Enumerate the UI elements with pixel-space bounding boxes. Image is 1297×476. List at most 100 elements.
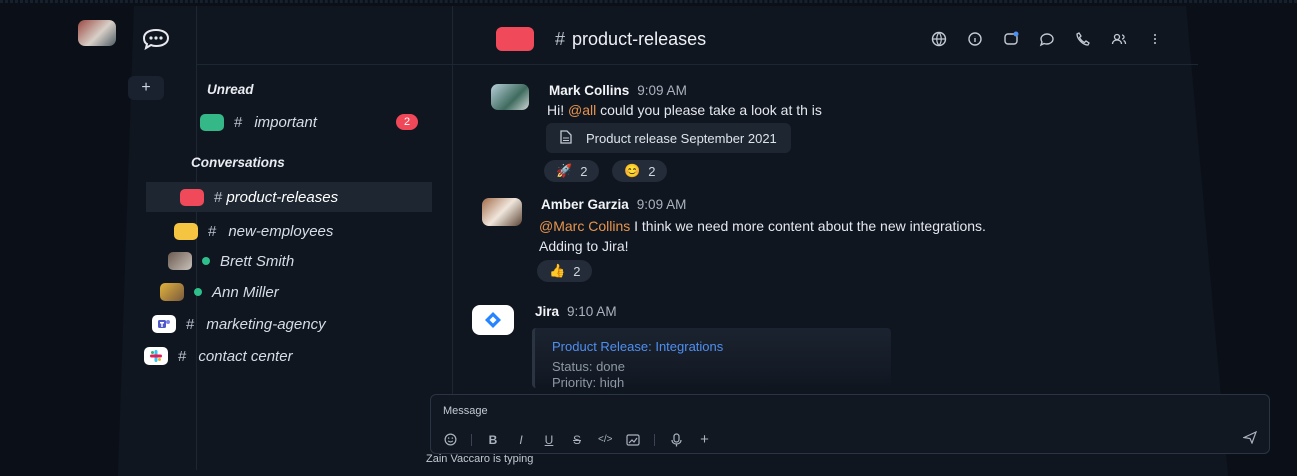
sidebar-item-label: product-releases bbox=[226, 188, 339, 206]
reaction-count: 2 bbox=[648, 163, 656, 179]
message-text: @Marc Collins I think we need more conte… bbox=[539, 216, 986, 256]
sidebar-item-label: marketing-agency bbox=[206, 315, 326, 333]
sidebar-item-product-releases[interactable]: # product-releases bbox=[146, 182, 432, 212]
members-icon[interactable] bbox=[1110, 30, 1128, 48]
code-button[interactable]: </> bbox=[598, 434, 612, 445]
strike-button[interactable]: S bbox=[570, 433, 584, 447]
sidebar-item-contact-center[interactable]: # contact center bbox=[134, 341, 293, 371]
channel-name: product-releases bbox=[572, 29, 707, 49]
composer-toolbar: B I U S </> + bbox=[443, 431, 711, 448]
channel-color-swatch bbox=[174, 222, 198, 240]
underline-button[interactable]: U bbox=[542, 433, 556, 447]
reaction-count: 2 bbox=[573, 263, 581, 279]
online-status-dot bbox=[194, 288, 202, 296]
hash-icon: # bbox=[186, 315, 195, 333]
plus-icon[interactable]: + bbox=[697, 431, 711, 448]
card-title-link[interactable]: Product Release: Integrations bbox=[552, 339, 723, 354]
file-icon bbox=[560, 129, 572, 147]
author-name: Amber Garzia bbox=[541, 197, 629, 212]
globe-icon[interactable] bbox=[930, 30, 948, 48]
avatar bbox=[78, 20, 116, 46]
hash-icon: # bbox=[555, 29, 566, 49]
unread-heading: Unread bbox=[207, 82, 254, 97]
bg-grid-line bbox=[0, 2, 1297, 3]
header-actions bbox=[930, 30, 1164, 48]
send-icon[interactable] bbox=[1241, 430, 1258, 449]
phone-icon[interactable] bbox=[1074, 30, 1092, 48]
formatting-icon[interactable] bbox=[626, 433, 641, 446]
card-priority: Priority: high bbox=[552, 375, 625, 388]
message-composer[interactable]: Message B I U S </> + bbox=[430, 394, 1270, 454]
toolbar-divider bbox=[471, 433, 472, 446]
page-title: # product-releases bbox=[555, 29, 706, 50]
author-name: Jira bbox=[535, 304, 560, 319]
text-segment: Adding to Jira! bbox=[539, 238, 629, 254]
channel-color-swatch bbox=[180, 188, 204, 206]
teams-icon bbox=[152, 315, 176, 333]
jira-card[interactable]: Product Release: Integrations Status: do… bbox=[532, 328, 891, 388]
toolbar-divider bbox=[654, 433, 656, 446]
unread-badge: 2 bbox=[396, 114, 418, 130]
avatar bbox=[168, 252, 192, 270]
discussion-icon[interactable] bbox=[1038, 30, 1056, 48]
jira-icon[interactable] bbox=[472, 305, 514, 335]
hash-icon: # bbox=[234, 113, 243, 131]
sidebar-item-label: Brett Smith bbox=[220, 252, 295, 270]
mention-link[interactable]: @all bbox=[568, 102, 596, 118]
file-name: Product release September 2021 bbox=[586, 130, 777, 146]
message-time: 9:09 AM bbox=[636, 197, 687, 212]
file-attachment[interactable]: Product release September 2021 bbox=[546, 123, 791, 153]
sidebar-item-label: Ann Miller bbox=[212, 283, 279, 301]
italic-button[interactable]: I bbox=[514, 433, 528, 447]
sidebar-item-label: new-employees bbox=[228, 222, 334, 240]
message-author[interactable]: Mark Collins 9:09 AM bbox=[549, 83, 687, 98]
avatar[interactable] bbox=[491, 84, 529, 110]
online-status-dot bbox=[202, 257, 210, 265]
text-segment: I think we need more content about the n… bbox=[630, 218, 986, 234]
text-segment: could you please take a look at th is bbox=[596, 102, 822, 118]
user-avatar-button[interactable] bbox=[78, 20, 118, 46]
emoji-icon[interactable] bbox=[443, 433, 457, 446]
sidebar-item-marketing-agency[interactable]: # marketing-agency bbox=[142, 309, 326, 339]
slack-icon bbox=[144, 347, 168, 365]
hash-icon: # bbox=[214, 188, 223, 206]
text-segment: Hi! bbox=[547, 102, 568, 118]
rocket-icon: 🚀 bbox=[556, 163, 573, 178]
bold-button[interactable]: B bbox=[486, 433, 500, 447]
chat-bubble-icon[interactable] bbox=[140, 26, 172, 52]
reaction-chip[interactable]: 🚀 2 bbox=[544, 160, 600, 182]
add-button[interactable]: + bbox=[128, 76, 164, 100]
channel-avatar bbox=[496, 27, 534, 51]
avatar bbox=[160, 283, 184, 301]
sidebar-item-brett-smith[interactable]: Brett Smith bbox=[158, 246, 294, 276]
message-time: 9:10 AM bbox=[567, 304, 617, 319]
mention-link[interactable]: @Marc Collins bbox=[539, 218, 630, 234]
channel-color-swatch bbox=[200, 113, 224, 131]
app-window: + Unread # important 2 Conversations # p… bbox=[0, 0, 1297, 476]
reaction-chip[interactable]: 👍 2 bbox=[537, 260, 593, 282]
sidebar-divider bbox=[196, 64, 452, 65]
conversations-heading: Conversations bbox=[191, 155, 285, 170]
sidebar-item-label: important bbox=[254, 113, 317, 131]
header-divider bbox=[452, 64, 1198, 65]
thumbs-up-icon: 👍 bbox=[549, 263, 566, 278]
avatar[interactable] bbox=[482, 198, 522, 226]
sidebar-item-new-employees[interactable]: # new-employees bbox=[164, 216, 333, 246]
author-name: Mark Collins bbox=[549, 83, 630, 98]
sidebar-item-important[interactable]: # important bbox=[190, 107, 317, 137]
hash-icon: # bbox=[178, 347, 187, 365]
hash-icon: # bbox=[208, 222, 217, 240]
message-input[interactable]: Message bbox=[443, 405, 488, 417]
sidebar-item-label: contact center bbox=[198, 347, 293, 365]
message-author[interactable]: Amber Garzia 9:09 AM bbox=[541, 197, 686, 212]
info-icon[interactable] bbox=[966, 30, 984, 48]
message-author[interactable]: Jira 9:10 AM bbox=[535, 304, 617, 319]
reaction-chip[interactable]: 😊 2 bbox=[612, 160, 668, 182]
reaction-count: 2 bbox=[580, 163, 588, 179]
message-text: Hi! @all could you please take a look at… bbox=[547, 100, 822, 120]
kebab-icon[interactable] bbox=[1146, 30, 1164, 48]
card-status: Status: done bbox=[552, 359, 625, 374]
notification-icon[interactable] bbox=[1002, 30, 1020, 48]
mic-icon[interactable] bbox=[669, 432, 683, 447]
sidebar-item-ann-miller[interactable]: Ann Miller bbox=[150, 277, 279, 307]
